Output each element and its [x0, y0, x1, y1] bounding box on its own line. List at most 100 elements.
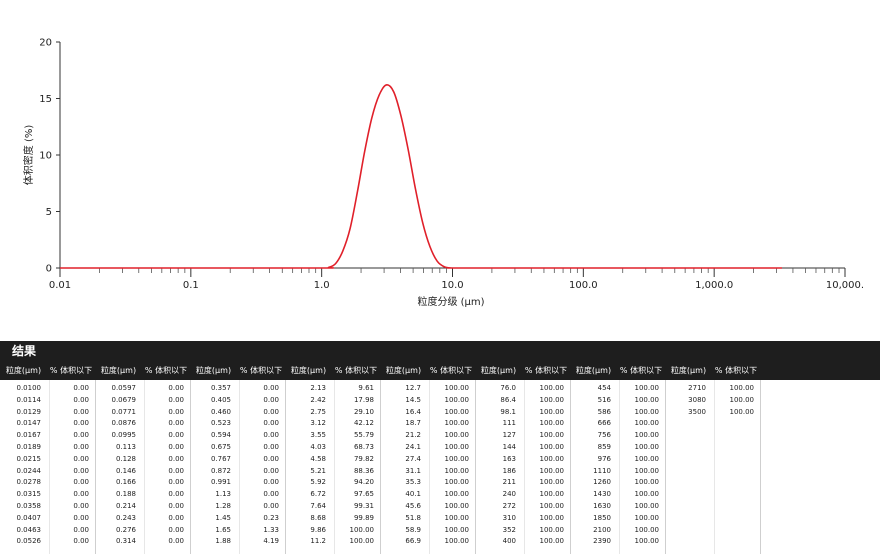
size-cell: 0.0114: [16, 395, 42, 404]
chart-plot-area: [60, 84, 783, 269]
size-cell: 1260: [593, 478, 611, 487]
percent-cell: 100.00: [634, 478, 660, 487]
size-cell: 3.55: [310, 431, 326, 440]
percent-cell: 100.00: [634, 443, 660, 451]
size-cell: 2390: [593, 537, 611, 546]
percent-cell: 100.00: [539, 525, 565, 534]
size-cell: 0.0876: [111, 419, 137, 428]
size-cell: 0.0358: [16, 502, 42, 510]
size-cell: 5.21: [310, 466, 326, 475]
percent-cell: 0.00: [73, 431, 89, 440]
size-cell: 0.0771: [111, 407, 137, 416]
percent-cell: 0.00: [168, 525, 184, 534]
size-cell: 240: [502, 490, 516, 499]
size-cell: 163: [502, 454, 516, 463]
size-cell: 45.6: [405, 502, 421, 510]
size-cell: 1110: [593, 466, 611, 475]
percent-cell: 100.00: [444, 502, 470, 510]
percent-cell: 100.00: [539, 466, 565, 475]
size-cell: 0.767: [210, 454, 231, 463]
size-cell: 1.65: [215, 525, 231, 534]
size-cell: 4.58: [310, 454, 326, 463]
size-cell: 27.4: [405, 454, 421, 463]
percent-cell: 79.82: [353, 454, 374, 463]
percent-cell: 0.00: [73, 478, 89, 487]
column-header-percent: % 体积以下: [144, 366, 188, 375]
y-tick-label: 10: [39, 151, 52, 162]
percent-cell: 100.00: [634, 513, 660, 522]
size-cell: 1630: [593, 502, 611, 510]
size-cell: 310: [502, 513, 516, 522]
size-cell: 0.0100: [16, 384, 42, 392]
size-cell: 976: [597, 454, 611, 463]
size-cell: 4.03: [310, 443, 326, 451]
size-cell: 7.64: [310, 502, 326, 510]
column-header-size: 粒度(μm): [575, 366, 612, 375]
size-cell: 98.1: [500, 407, 516, 416]
percent-cell: 9.61: [358, 384, 374, 392]
size-cell: 0.872: [210, 466, 231, 475]
percent-cell: 100.00: [634, 537, 660, 546]
size-cell: 0.276: [115, 525, 136, 534]
y-axis-label: 体积密度 (%): [22, 125, 35, 186]
percent-cell: 100.00: [444, 407, 470, 416]
size-cell: 0.113: [115, 443, 136, 451]
percent-cell: 100.00: [634, 525, 660, 534]
size-cell: 0.0407: [16, 513, 42, 522]
size-cell: 2100: [593, 525, 611, 534]
size-cell: 0.0129: [16, 407, 42, 416]
column-header-size: 粒度(μm): [195, 366, 232, 375]
y-tick-label: 15: [39, 94, 52, 105]
percent-cell: 100.00: [444, 443, 470, 451]
size-cell: 0.128: [115, 454, 136, 463]
percent-cell: 0.00: [168, 407, 184, 416]
size-cell: 0.0597: [111, 384, 137, 392]
percent-cell: 0.00: [168, 513, 184, 522]
percent-cell: 97.65: [353, 490, 374, 499]
percent-cell: 100.00: [539, 384, 565, 392]
results-title: 结果: [12, 344, 37, 358]
percent-cell: 0.00: [263, 395, 279, 404]
size-cell: 2.75: [310, 407, 326, 416]
percent-cell: 99.89: [353, 513, 374, 522]
percent-cell: 100.00: [539, 478, 565, 487]
percent-cell: 0.00: [263, 419, 279, 428]
size-cell: 666: [597, 419, 611, 428]
percent-cell: 0.00: [73, 502, 89, 510]
column-header-percent: % 体积以下: [239, 366, 283, 375]
size-cell: 186: [502, 466, 516, 475]
percent-cell: 0.00: [73, 443, 89, 451]
percent-cell: 0.00: [168, 395, 184, 404]
size-cell: 40.1: [405, 490, 421, 499]
percent-cell: 94.20: [353, 478, 374, 487]
size-cell: 76.0: [500, 384, 516, 392]
results-table-header: 粒度(μm)% 体积以下 粒度(μm)% 体积以下 粒度(μm)% 体积以下 粒度(μ…: [0, 362, 880, 380]
size-cell: 2.42: [310, 395, 326, 404]
size-cell: 0.460: [210, 407, 231, 416]
size-cell: 58.9: [405, 525, 421, 534]
results-table: 粒度(μm)% 体积以下 粒度(μm)% 体积以下 粒度(μm)% 体积以下 粒度(μ…: [0, 362, 880, 560]
percent-cell: 0.00: [263, 443, 279, 451]
column-header-size: 粒度(μm): [385, 366, 422, 375]
percent-cell: 100.00: [539, 513, 565, 522]
size-cell: 1430: [593, 490, 611, 499]
size-cell: 0.166: [115, 478, 136, 487]
percent-cell: 0.00: [263, 502, 279, 510]
percent-cell: 100.00: [444, 466, 470, 475]
size-cell: 24.1: [405, 443, 421, 451]
percent-cell: 100.00: [444, 454, 470, 463]
percent-cell: 100.00: [539, 419, 565, 428]
size-cell: 0.0189: [16, 443, 42, 451]
percent-cell: 0.00: [168, 454, 184, 463]
size-cell: 1850: [593, 513, 611, 522]
percent-cell: 0.00: [168, 384, 184, 392]
percent-cell: 0.00: [168, 537, 184, 546]
size-cell: 454: [597, 384, 611, 392]
x-tick-label: 0.01: [49, 280, 71, 291]
percent-cell: 100.00: [444, 395, 470, 404]
x-tick-label: 10,000.: [826, 280, 864, 291]
size-cell: 86.4: [500, 395, 516, 404]
size-cell: 0.0215: [16, 454, 42, 463]
size-cell: 0.0679: [111, 395, 137, 404]
column-header-percent: % 体积以下: [524, 366, 568, 375]
